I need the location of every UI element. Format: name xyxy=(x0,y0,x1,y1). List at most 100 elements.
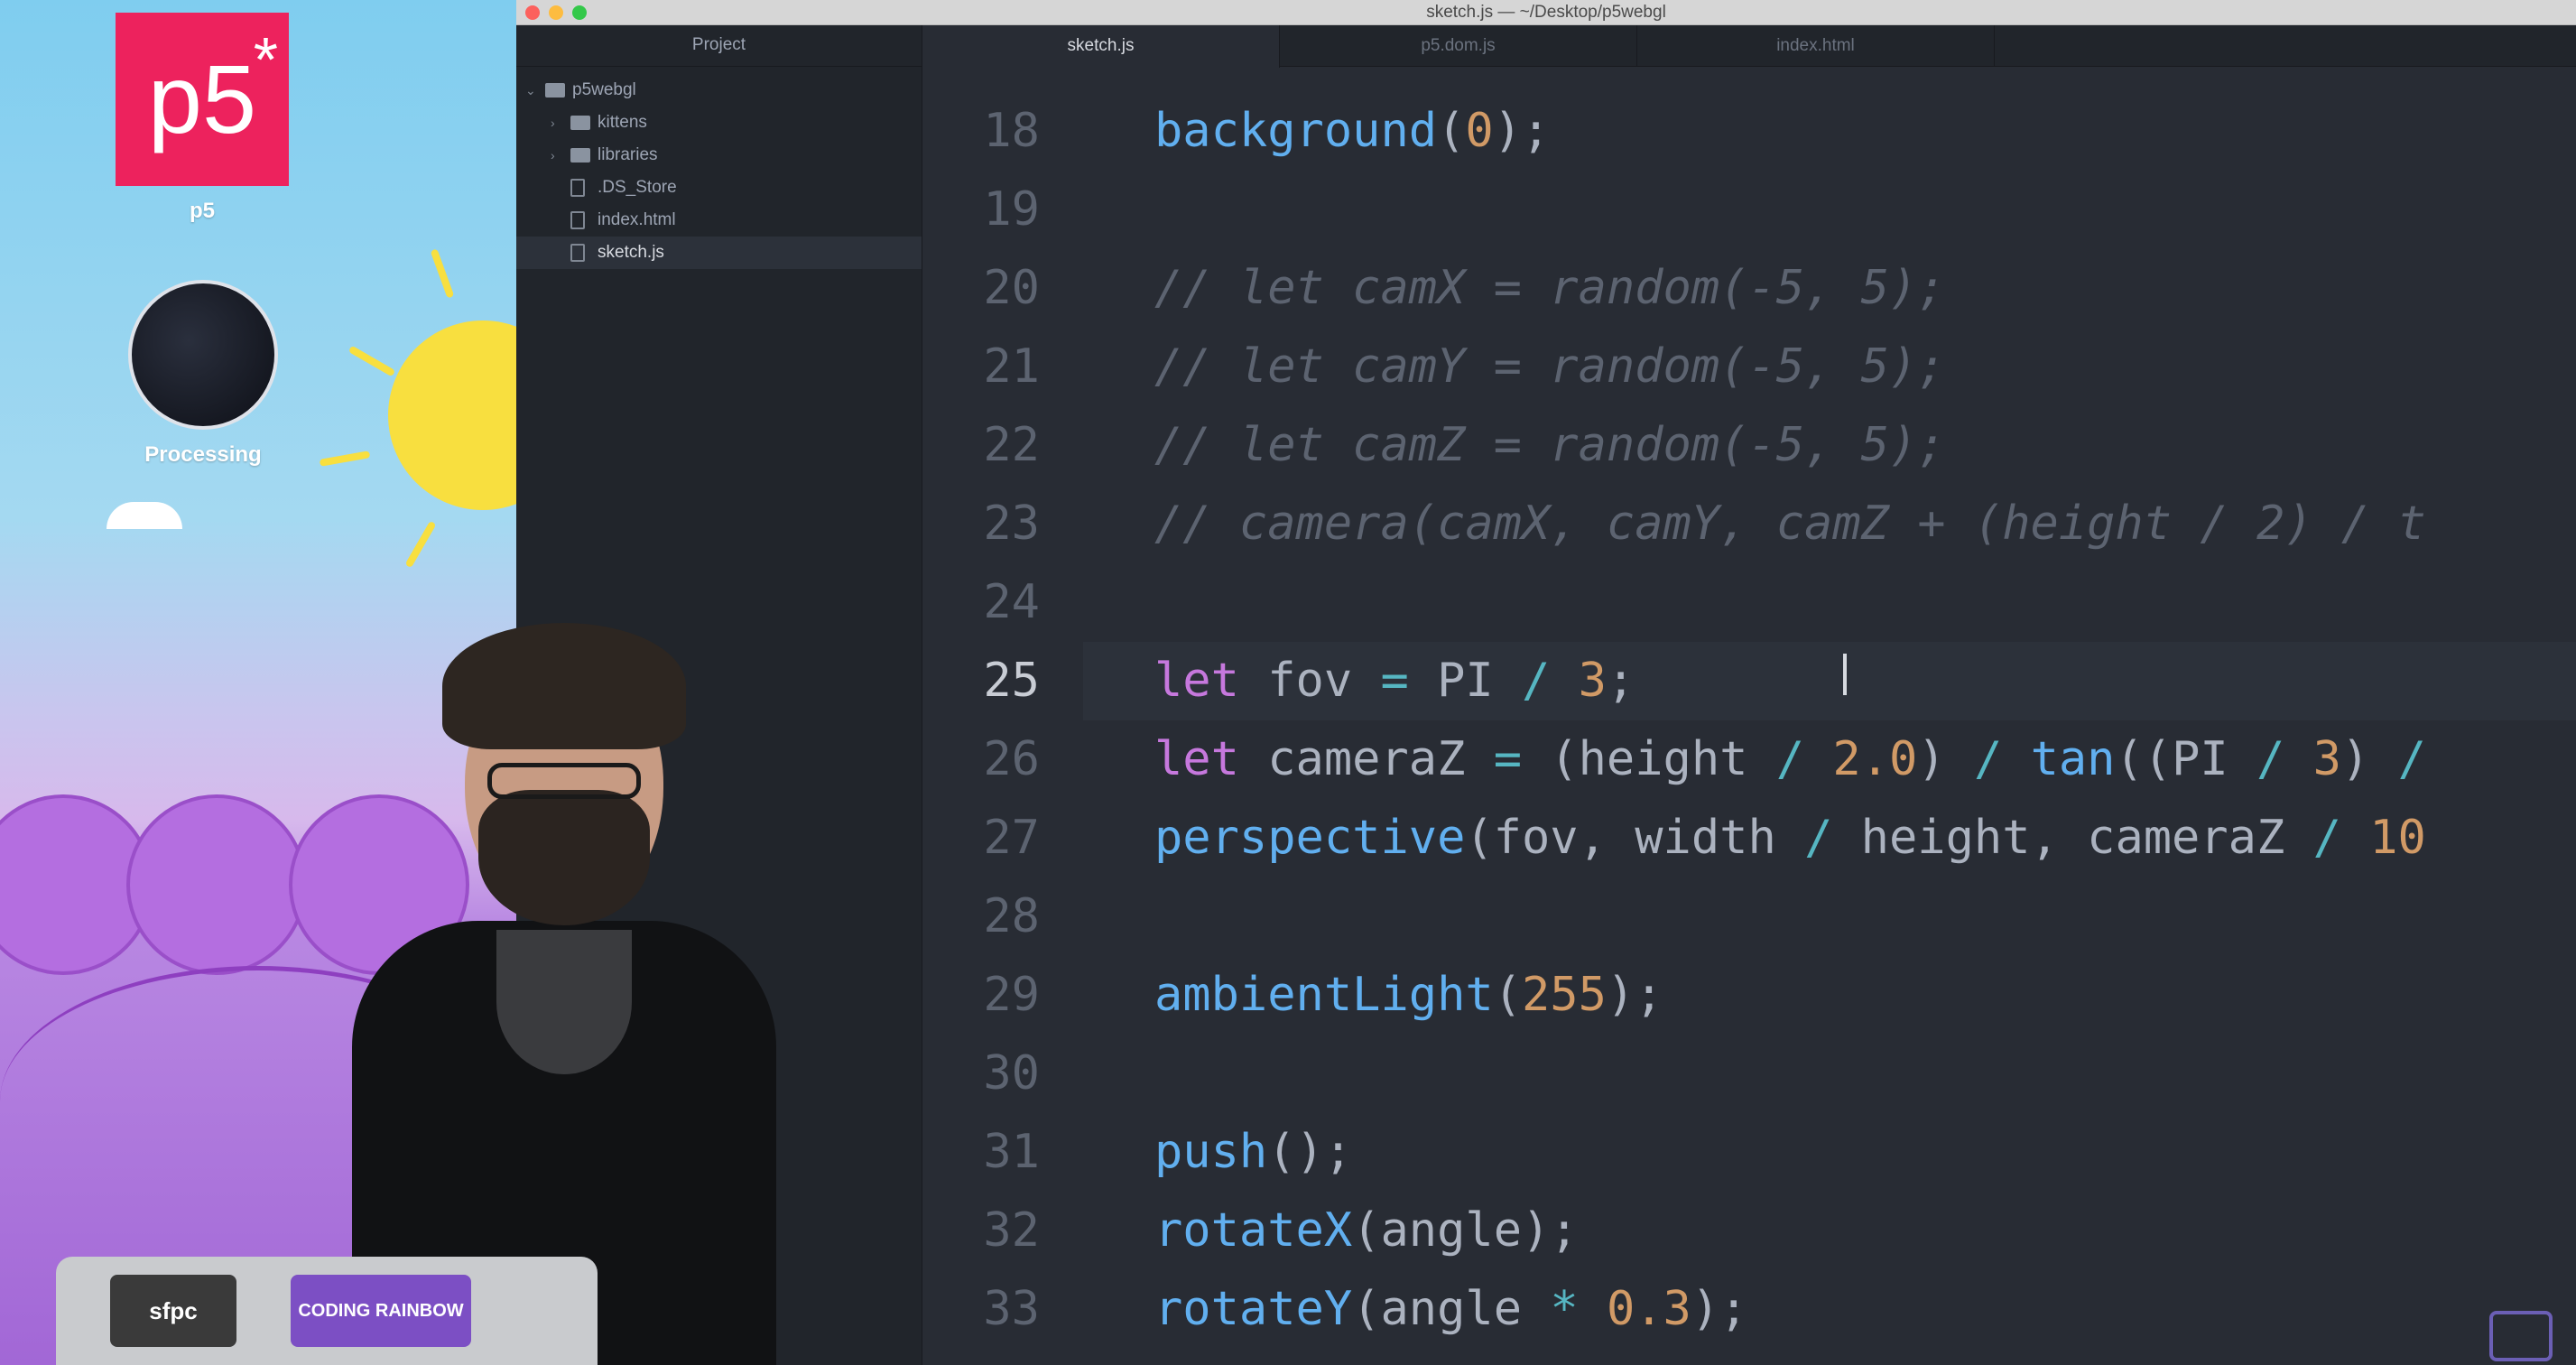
code-token: 2.0 xyxy=(1832,732,1918,786)
code-token: ); xyxy=(1606,968,1663,1022)
tree-item-label: index.html xyxy=(598,210,676,229)
tree-item-libraries[interactable]: › libraries xyxy=(516,139,922,172)
code-line[interactable]: ambientLight(255); xyxy=(1154,956,1663,1035)
code-line[interactable]: // let camZ = random(-5, 5); xyxy=(1154,406,1946,485)
title-bar: sketch.js — ~/Desktop/p5webgl xyxy=(516,0,2576,25)
line-number: 29 xyxy=(983,968,1040,1022)
code-token: / xyxy=(1522,654,1551,708)
tree-item-index-html[interactable]: index.html xyxy=(516,204,922,237)
tree-item-label: sketch.js xyxy=(598,243,664,262)
code-token: let xyxy=(1154,654,1239,708)
code-area[interactable]: 1819202122232425262728293031323334 backg… xyxy=(922,67,2576,1365)
line-number: 26 xyxy=(983,732,1040,786)
code-token: 0.3 xyxy=(1606,1282,1691,1336)
code-token: PI xyxy=(1408,654,1523,708)
line-number: 33 xyxy=(983,1282,1040,1336)
chevron-right-icon: › xyxy=(551,116,555,130)
code-token: rotateX xyxy=(1154,1203,1353,1258)
project-panel-header[interactable]: Project xyxy=(516,25,922,67)
presenter-hair xyxy=(442,623,686,749)
line-number: 22 xyxy=(983,418,1040,472)
code-token: (fov, width xyxy=(1465,811,1805,865)
folder-icon xyxy=(570,116,590,130)
code-token: (angle xyxy=(1352,1282,1551,1336)
p5-logo-icon: p5 * xyxy=(116,13,289,186)
processing-app-icon[interactable]: Processing xyxy=(126,280,280,468)
code-token: cameraZ xyxy=(1238,732,1494,786)
code-line[interactable]: rotateZ(angle * 1.2); xyxy=(1154,1349,1747,1365)
code-token: 0 xyxy=(1465,104,1494,158)
presenter-shirt xyxy=(496,930,632,1074)
processing-logo-icon xyxy=(128,280,278,430)
code-token: 255 xyxy=(1522,968,1607,1022)
tree-item-sketch-js[interactable]: sketch.js xyxy=(516,237,922,269)
folder-icon xyxy=(545,83,565,98)
code-line[interactable]: rotateY(angle * 0.3); xyxy=(1154,1270,1747,1349)
tree-item-label: libraries xyxy=(598,145,658,164)
code-token: = xyxy=(1380,654,1409,708)
code-token: ambientLight xyxy=(1154,968,1494,1022)
presenter-video xyxy=(307,623,848,1365)
p5-app-icon[interactable]: p5 * p5 xyxy=(116,13,289,224)
code-line[interactable]: // camera(camX, camY, camZ + (height / 2… xyxy=(1154,485,2426,563)
code-line[interactable]: rotateX(angle); xyxy=(1154,1192,1579,1270)
tree-item-label: kittens xyxy=(598,113,647,132)
tree-root-p5webgl[interactable]: ⌄ p5webgl xyxy=(516,74,922,107)
tree-item-kittens[interactable]: › kittens xyxy=(516,107,922,139)
line-number: 24 xyxy=(983,575,1040,629)
sun-ray xyxy=(404,520,437,569)
presenter-glasses xyxy=(487,763,641,799)
processing-app-label: Processing xyxy=(144,442,262,467)
code-token: ); xyxy=(1493,104,1551,158)
folder-icon xyxy=(570,148,590,162)
tab-bar: sketch.js p5.dom.js index.html xyxy=(922,25,2576,68)
tab-index-html[interactable]: index.html xyxy=(1637,25,1995,67)
tab-sketch-js[interactable]: sketch.js xyxy=(922,25,1280,68)
tab-p5-dom-js[interactable]: p5.dom.js xyxy=(1280,25,1637,67)
chevron-down-icon: ⌄ xyxy=(525,83,536,98)
line-number-gutter: 18 19 20 21 22 23 24 25 26 27 28 29 30 31 32 33 34 xyxy=(922,67,1083,1365)
code-line[interactable]: perspective(fov, width / height, cameraZ… xyxy=(1154,799,2426,878)
code-token: push xyxy=(1154,1125,1268,1179)
code-token: tan xyxy=(2030,732,2116,786)
line-number: 23 xyxy=(983,497,1040,551)
code-line[interactable]: background(0); xyxy=(1154,92,1550,171)
code-token: let xyxy=(1154,732,1239,786)
code-token: * xyxy=(1550,1360,1578,1365)
chevron-right-icon: › xyxy=(551,148,555,162)
line-number: 21 xyxy=(983,339,1040,394)
tree-item-ds-store[interactable]: .DS_Store xyxy=(516,172,922,204)
code-token: // let camY = random(-5, 5); xyxy=(1154,339,1946,394)
code-token: height, cameraZ xyxy=(1832,811,2313,865)
code-token: (angle xyxy=(1352,1360,1550,1365)
code-token: (); xyxy=(1267,1125,1353,1179)
code-line[interactable]: push(); xyxy=(1154,1113,1352,1192)
laptop: sfpc CODING RAINBOW xyxy=(56,1257,598,1365)
code-token: 10 xyxy=(2369,811,2426,865)
file-icon xyxy=(570,179,585,197)
presenter-beard xyxy=(478,790,650,925)
code-token: // camera(camX, camY, camZ + (height / 2… xyxy=(1154,497,2426,551)
code-token: ; xyxy=(1606,654,1635,708)
file-icon xyxy=(570,244,585,262)
code-line[interactable]: let fov = PI / 3; xyxy=(1154,642,1635,720)
code-token: / xyxy=(2312,811,2341,865)
code-line[interactable]: // let camY = random(-5, 5); xyxy=(1154,328,1946,406)
scallop-decoration xyxy=(126,794,307,975)
code-token: perspective xyxy=(1154,811,1466,865)
code-token: ( xyxy=(1493,968,1522,1022)
code-line[interactable]: let cameraZ = (height / 2.0) / tan((PI /… xyxy=(1154,720,2426,799)
code-editor[interactable]: sketch.js p5.dom.js index.html 18 19 20 21 2… xyxy=(922,25,2576,1365)
code-token: ) xyxy=(1917,732,1974,786)
sun-ray xyxy=(430,248,455,299)
code-line[interactable]: // let camX = random(-5, 5); xyxy=(1154,249,1946,328)
line-number: 20 xyxy=(983,261,1040,315)
code-token: ( xyxy=(1437,104,1466,158)
code-token: / xyxy=(1775,732,1805,786)
line-number: 19 xyxy=(983,182,1040,237)
